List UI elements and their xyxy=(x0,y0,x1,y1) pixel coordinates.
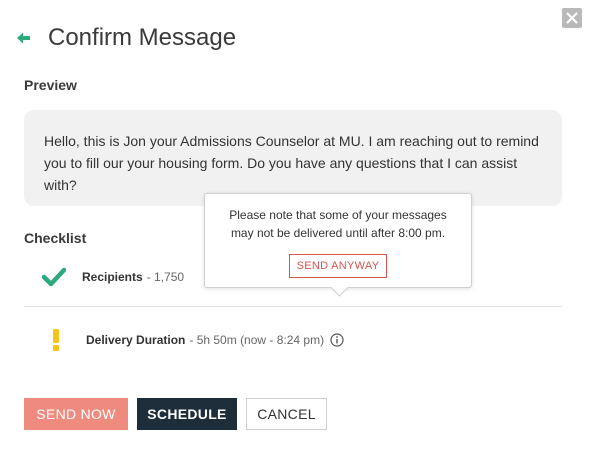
back-arrow-icon[interactable] xyxy=(16,31,34,45)
checklist-item-delivery-duration: Delivery Duration - 5h 50m (now - 8:24 p… xyxy=(24,325,562,355)
preview-label: Preview xyxy=(24,77,77,93)
message-preview: Hello, this is Jon your Admissions Couns… xyxy=(24,110,562,206)
delivery-duration-label: Delivery Duration xyxy=(86,333,186,347)
cancel-button[interactable]: CANCEL xyxy=(246,398,327,430)
info-icon[interactable] xyxy=(330,333,344,347)
check-icon xyxy=(42,267,66,287)
recipients-count: - 1,750 xyxy=(146,270,185,284)
send-anyway-button[interactable]: SEND ANYWAY xyxy=(288,254,388,278)
dialog-title: Confirm Message xyxy=(48,24,237,51)
recipients-label: Recipients xyxy=(82,270,143,284)
warning-icon xyxy=(53,329,59,351)
tooltip-text: Please note that some of your messages m… xyxy=(229,208,447,240)
send-now-button[interactable]: SEND NOW xyxy=(24,398,128,430)
close-button[interactable] xyxy=(562,8,582,28)
dialog-header: Confirm Message xyxy=(16,24,236,52)
close-icon xyxy=(566,12,578,24)
checklist-label: Checklist xyxy=(24,230,87,246)
schedule-button[interactable]: SCHEDULE xyxy=(137,398,237,430)
delivery-duration-value: - 5h 50m (now - 8:24 pm) xyxy=(189,333,325,347)
delivery-warning-tooltip: Please note that some of your messages m… xyxy=(204,193,472,288)
checklist-divider xyxy=(24,306,562,307)
